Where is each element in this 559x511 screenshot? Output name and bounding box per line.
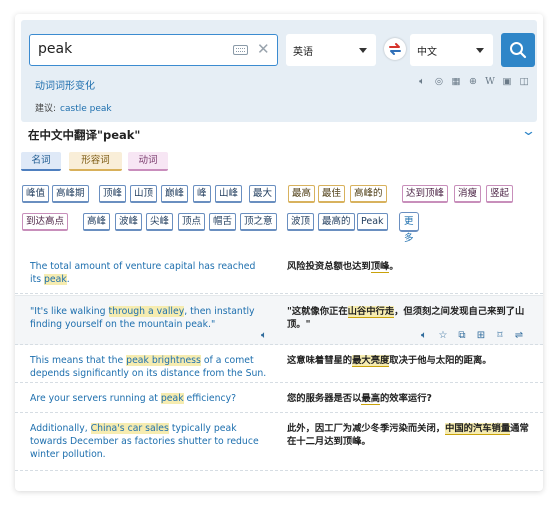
translation-chip[interactable]: 到达高点 xyxy=(22,213,69,231)
swap-languages-button[interactable] xyxy=(384,38,406,60)
swap-icon xyxy=(389,43,401,55)
translation-chip[interactable]: 帽舌 xyxy=(209,213,237,231)
highlighted-term: 最大亮度 xyxy=(352,355,390,367)
pos-tag-noun[interactable]: 名词 xyxy=(21,152,61,171)
suggestion-link[interactable]: castle peak xyxy=(60,104,112,114)
translation-chip[interactable]: 山顶 xyxy=(130,185,158,203)
keyboard-icon[interactable] xyxy=(233,45,248,55)
wikipedia-icon[interactable]: W xyxy=(484,76,496,88)
chevron-down-icon[interactable]: ⌄ xyxy=(521,124,536,139)
example-row[interactable]: Are your servers running at peak efficie… xyxy=(15,383,543,413)
translation-chip[interactable]: 峰值 xyxy=(22,185,50,203)
target-language-label: 中文 xyxy=(417,47,437,58)
pos-tag-adjective[interactable]: 形容词 xyxy=(69,152,122,171)
example-source-text: "It's like walking through a valley, the… xyxy=(30,306,255,330)
translation-chip[interactable]: 波峰 xyxy=(115,213,143,231)
example-row[interactable]: This means that the peak brightness of a… xyxy=(15,345,543,383)
translation-chip[interactable]: 最高 xyxy=(288,185,316,203)
example-source-text: Are your servers running at peak efficie… xyxy=(30,393,237,404)
chevron-down-icon xyxy=(359,48,367,53)
chevron-down-icon xyxy=(476,48,484,53)
search-panel: peak ✕ 英语 中文 动词词形变化 建议: castle peak 🔈︎ ◎… xyxy=(21,20,537,122)
translation-chip[interactable]: 峰 xyxy=(193,185,211,203)
translation-chip[interactable]: 顶峰 xyxy=(99,185,127,203)
speaker-icon[interactable]: 🔈︎ xyxy=(418,330,430,342)
example-target-text: 此外，因工厂为减少冬季污染而关闭，中国的汽车销量通常在十二月达到顶峰。 xyxy=(287,423,529,447)
inflections-link[interactable]: 动词词形变化 xyxy=(35,77,95,92)
translation-chip[interactable]: 最高的 xyxy=(318,213,355,231)
translation-chip[interactable]: 达到顶峰 xyxy=(402,185,449,203)
pos-tag-verb[interactable]: 动词 xyxy=(128,152,168,171)
highlighted-term: peak xyxy=(160,393,184,404)
search-button[interactable] xyxy=(501,33,535,67)
highlighted-term: 山谷中行走 xyxy=(347,306,395,318)
wrap-icon[interactable]: ⇌ xyxy=(513,330,525,342)
target-language-select[interactable]: 中文 xyxy=(410,34,493,66)
example-source-text: This means that the peak brightness of a… xyxy=(30,355,267,379)
example-source-text: Additionally, China's car sales typicall… xyxy=(30,423,259,460)
translation-chip[interactable]: Peak xyxy=(357,213,388,231)
search-input[interactable]: peak ✕ xyxy=(29,34,278,66)
suggestion: 建议: castle peak xyxy=(35,101,112,114)
highlighted-term: 顶峰 xyxy=(370,261,390,273)
translation-chip[interactable]: 巅峰 xyxy=(161,185,189,203)
search-icon xyxy=(510,42,527,59)
translation-chip[interactable]: 竖起 xyxy=(486,185,514,203)
highlighted-term: China's car sales xyxy=(90,423,169,434)
globe-icon[interactable]: ⊕ xyxy=(467,76,479,88)
translation-chip[interactable]: 高峰期 xyxy=(52,185,89,203)
book-icon[interactable]: ◫ xyxy=(518,76,530,88)
example-row[interactable]: "It's like walking through a valley, the… xyxy=(15,295,543,345)
translation-chip[interactable]: 高峰的 xyxy=(350,185,387,203)
add-to-list-icon[interactable]: ⊞ xyxy=(475,330,487,342)
highlighted-term: peak xyxy=(44,274,67,285)
speaker-icon[interactable]: 🔈︎ xyxy=(258,330,270,342)
translation-chip[interactable]: 波顶 xyxy=(287,213,315,231)
highlighted-term: through a valley xyxy=(108,306,185,317)
suggestion-label: 建议: xyxy=(35,104,57,114)
more-translations-button[interactable]: 更多 xyxy=(399,212,419,244)
example-target-text: 这意味着彗星的最大亮度取决于他与太阳的距离。 xyxy=(287,355,492,367)
example-source-text: The total amount of venture capital has … xyxy=(30,261,256,285)
star-icon[interactable]: ☆ xyxy=(437,330,449,342)
translation-chip[interactable]: 消瘦 xyxy=(454,185,482,203)
source-language-label: 英语 xyxy=(293,47,313,58)
image-icon[interactable]: ▣ xyxy=(501,76,513,88)
example-target-text: "这就像你正在山谷中行走，但须刻之间发现自己来到了山顶。" xyxy=(287,306,525,330)
source-language-select[interactable]: 英语 xyxy=(286,34,376,66)
translation-chip[interactable]: 高峰 xyxy=(83,213,111,231)
translation-chip[interactable]: 尖峰 xyxy=(146,213,174,231)
table-icon[interactable]: ▦ xyxy=(450,76,462,88)
search-query-text[interactable]: peak xyxy=(38,41,72,57)
speaker-icon[interactable]: 🔈︎ xyxy=(416,76,428,88)
translation-heading: 在中文中翻译"peak" xyxy=(28,128,141,142)
highlighted-term: peak brightness xyxy=(126,355,201,366)
example-row[interactable]: The total amount of venture capital has … xyxy=(15,251,543,294)
clear-icon[interactable]: ✕ xyxy=(257,39,270,59)
highlighted-term: 最高 xyxy=(361,393,380,405)
translation-chip[interactable]: 顶之意 xyxy=(240,213,277,231)
example-target-text: 您的服务器是否以最高的效率运行? xyxy=(287,393,432,405)
highlighted-term: 中国的汽车销量 xyxy=(445,423,511,435)
copy-icon[interactable]: ⧉ xyxy=(456,330,468,342)
translator-card: peak ✕ 英语 中文 动词词形变化 建议: castle peak 🔈︎ ◎… xyxy=(15,14,543,491)
example-row[interactable]: Additionally, China's car sales typicall… xyxy=(15,413,543,471)
feedback-icon[interactable]: ⌑ xyxy=(494,330,506,342)
translation-chip[interactable]: 山峰 xyxy=(215,185,243,203)
tool-icons: 🔈︎ ◎ ▦ ⊕ W ▣ ◫ xyxy=(416,76,530,88)
translation-chip[interactable]: 顶点 xyxy=(178,213,206,231)
example-target-text: 风险投资总额也达到顶峰。 xyxy=(287,261,399,273)
translation-chip[interactable]: 最佳 xyxy=(318,185,346,203)
translation-chip[interactable]: 最大 xyxy=(249,185,277,203)
speech-bubble-icon[interactable]: ◎ xyxy=(433,76,445,88)
